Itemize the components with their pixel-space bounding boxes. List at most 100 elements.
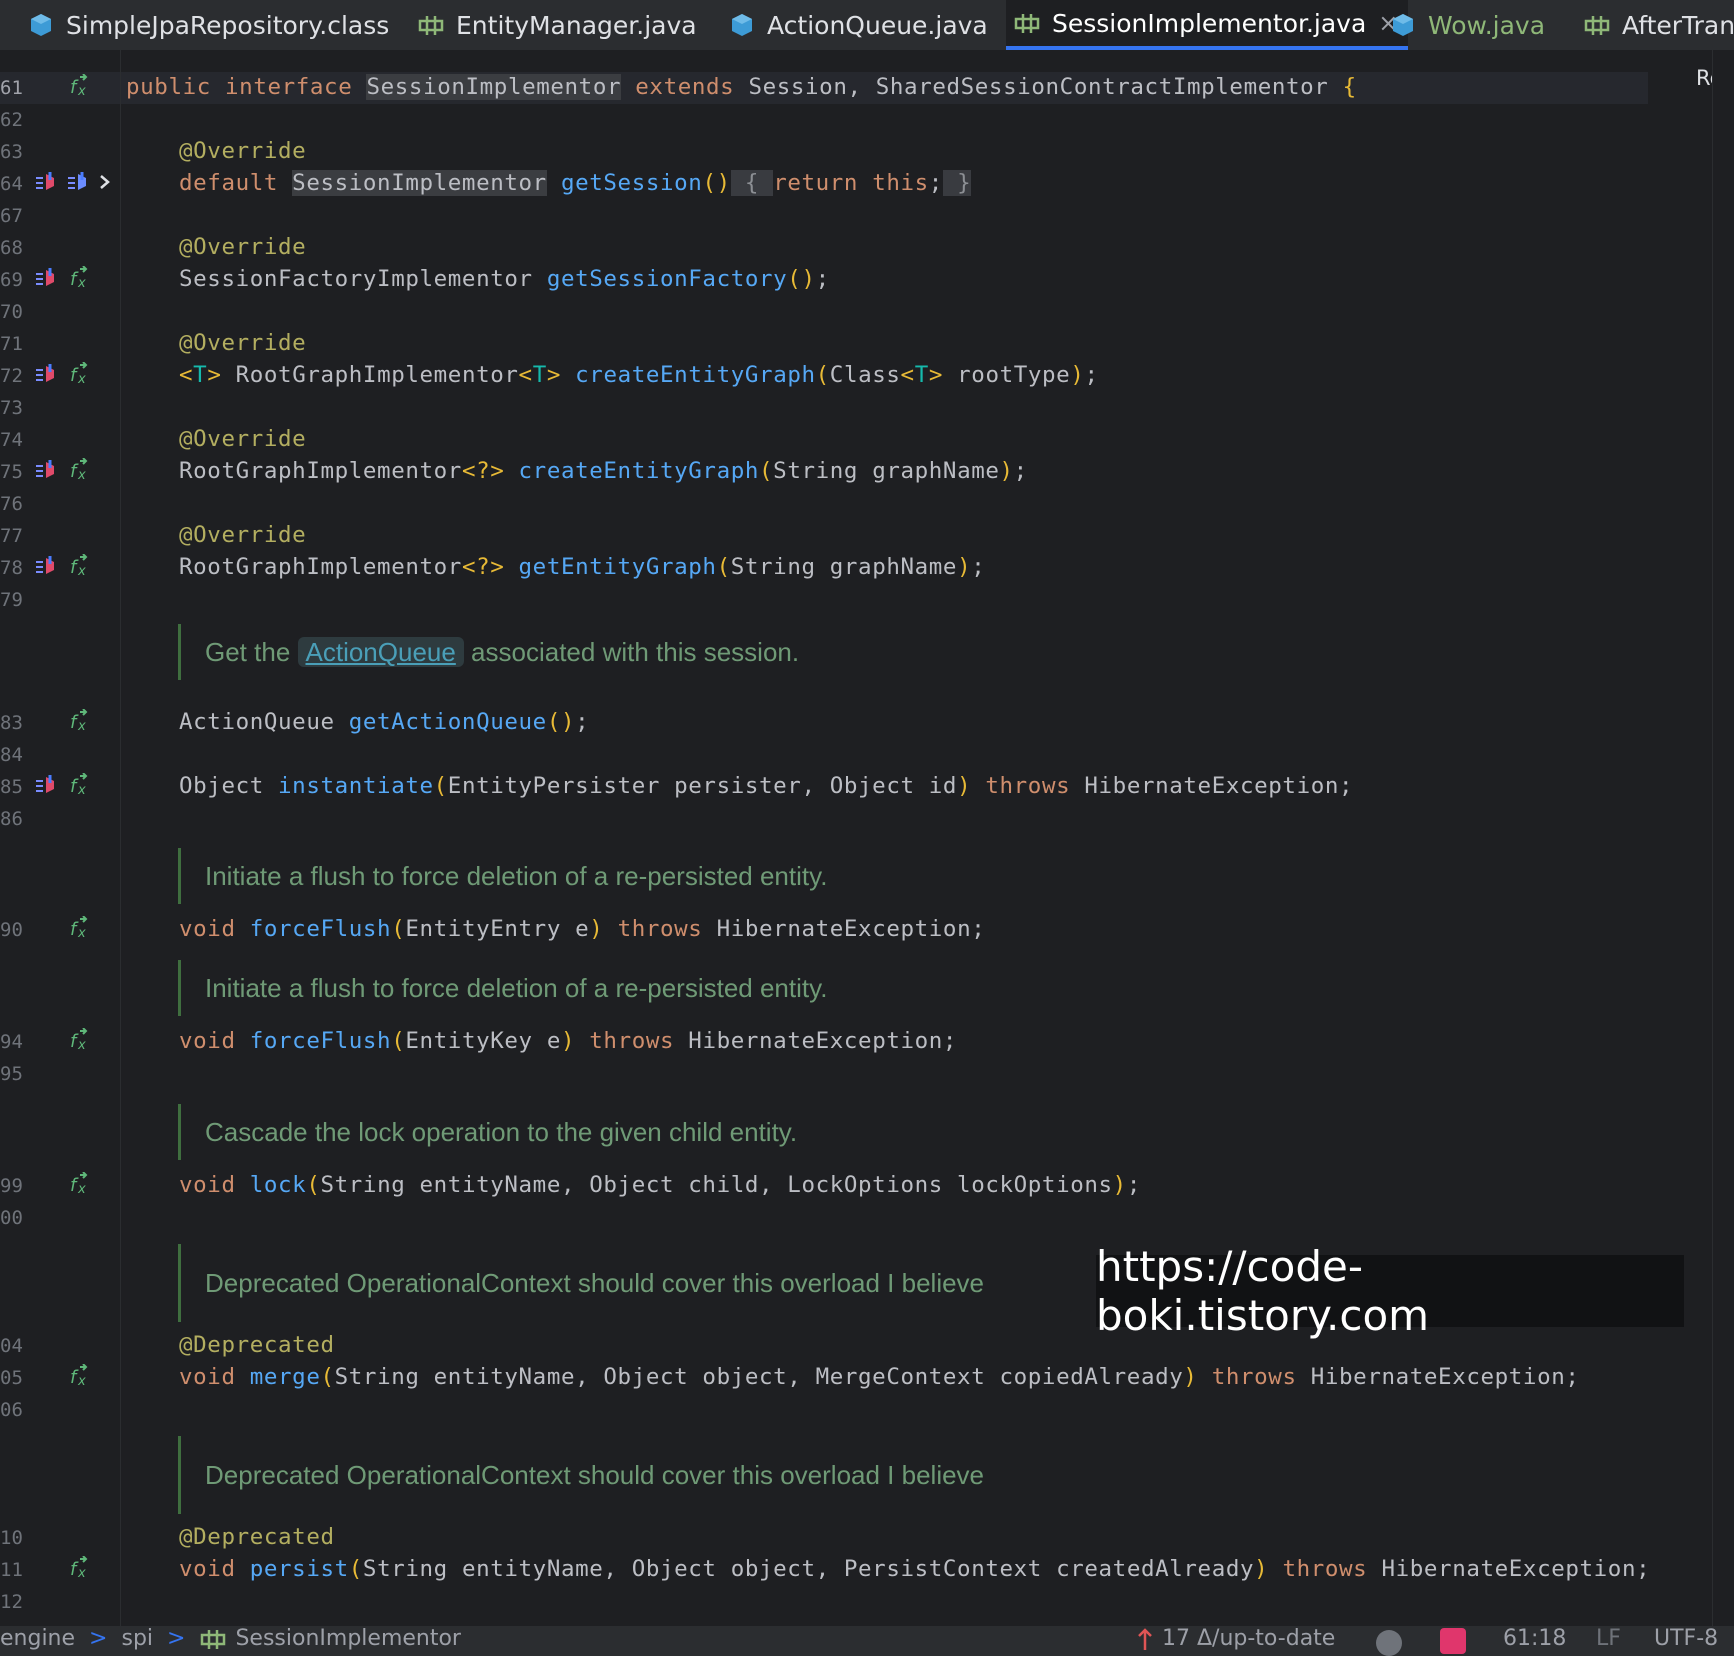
code-line-105[interactable]: void merge(String entityName, Object obj… xyxy=(179,1364,1580,1390)
implemented-icon[interactable]: fx xyxy=(68,554,92,578)
implemented-icon[interactable]: fx xyxy=(68,1172,92,1196)
implemented-icon[interactable]: fx xyxy=(68,362,92,386)
exception-type: HibernateException; xyxy=(716,916,986,942)
annotation-override: @Override xyxy=(179,330,307,356)
javadoc-block[interactable]: Deprecated OperationalContext should cov… xyxy=(178,1244,984,1322)
code-line-64[interactable]: default SessionImplementor getSession() … xyxy=(179,170,972,196)
implemented-icon[interactable]: fx xyxy=(68,1364,92,1388)
overrides-method-icon[interactable] xyxy=(34,773,58,797)
parens: () xyxy=(546,709,576,735)
paren: ) xyxy=(957,554,972,580)
method-name: instantiate xyxy=(278,773,434,799)
keyword: default xyxy=(179,170,293,196)
tab-actionqueue[interactable]: ActionQueue.java xyxy=(729,0,988,50)
params: String graphName xyxy=(773,458,1000,484)
implemented-icon[interactable]: fx xyxy=(68,709,92,733)
overrides-method-icon[interactable] xyxy=(34,458,58,482)
breadcrumb-item-spi[interactable]: spi xyxy=(121,1626,153,1651)
breadcrumb-item-sessionimplementor[interactable]: SessionImplementor xyxy=(235,1626,461,1651)
chevron-right-icon: > xyxy=(89,1626,108,1651)
class-icon xyxy=(1393,14,1413,36)
tab-simplejparepository[interactable]: SimpleJpaRepository.class xyxy=(28,0,389,50)
code-line-61[interactable]: public interface SessionImplementor exte… xyxy=(126,74,1357,100)
tab-sessionimplementor[interactable]: SessionImplementor.java × xyxy=(1006,0,1409,50)
code-line-75[interactable]: RootGraphImplementor<?> createEntityGrap… xyxy=(179,458,1028,484)
javadoc-block[interactable]: Deprecated OperationalContext should cov… xyxy=(178,1436,984,1514)
return-type: RootGraphImplementor xyxy=(179,554,462,580)
param-name: rootType xyxy=(943,362,1071,388)
code-line-90[interactable]: void forceFlush(EntityEntry e) throws Hi… xyxy=(179,916,985,942)
code-line-69[interactable]: SessionFactoryImplementor getSessionFact… xyxy=(179,266,830,292)
method-name: forceFlush xyxy=(249,1028,392,1054)
code-line-72[interactable]: <T> RootGraphImplementor<T> createEntity… xyxy=(179,362,1099,388)
vcs-status[interactable]: 17 Δ/up-to-date xyxy=(1134,1626,1335,1656)
tab-wow[interactable]: Wow.java xyxy=(1390,0,1545,50)
overrides-method-icon[interactable] xyxy=(34,170,58,194)
javadoc-block[interactable]: Cascade the lock operation to the given … xyxy=(178,1104,797,1160)
line-number: 67 xyxy=(0,205,23,227)
tab-entitymanager[interactable]: EntityManager.java xyxy=(418,0,697,50)
implemented-icon[interactable]: fx xyxy=(68,773,92,797)
implemented-icon[interactable]: fx xyxy=(68,916,92,940)
file-encoding[interactable]: UTF-8 xyxy=(1654,1626,1718,1656)
implemented-icon[interactable]: fx xyxy=(68,74,92,98)
code-line-83[interactable]: ActionQueue getActionQueue(); xyxy=(179,709,589,735)
wildcard: <?> xyxy=(461,458,519,484)
type-param: T xyxy=(914,362,929,388)
param-type: Class xyxy=(829,362,901,388)
javadoc-block[interactable]: Initiate a flush to force deletion of a … xyxy=(178,960,827,1016)
code-line-78[interactable]: RootGraphImplementor<?> getEntityGraph(S… xyxy=(179,554,985,580)
line-separator[interactable]: LF xyxy=(1596,1626,1621,1656)
chevron-right-icon[interactable] xyxy=(96,172,114,192)
tab-aftertrans[interactable]: AfterTrans xyxy=(1584,0,1734,50)
code-line-94[interactable]: void forceFlush(EntityKey e) throws Hibe… xyxy=(179,1028,957,1054)
semicolon: ; xyxy=(1084,362,1099,388)
doc-link-actionqueue[interactable]: ActionQueue xyxy=(297,637,464,667)
fold-close[interactable]: } xyxy=(942,170,972,196)
implemented-method-icon[interactable] xyxy=(66,170,90,194)
plugin-icon[interactable] xyxy=(1440,1628,1466,1656)
method-name: forceFlush xyxy=(249,916,392,942)
implemented-icon[interactable]: fx xyxy=(68,266,92,290)
javadoc-block[interactable]: Get the ActionQueue associated with this… xyxy=(178,624,799,680)
implemented-icon[interactable]: fx xyxy=(68,1028,92,1052)
keyword: public interface xyxy=(126,74,367,100)
overrides-method-icon[interactable] xyxy=(34,554,58,578)
code-line-85[interactable]: Object instantiate(EntityPersister persi… xyxy=(179,773,1353,799)
annotation-override: @Override xyxy=(179,234,307,260)
vertical-scrollbar[interactable] xyxy=(1712,50,1734,1626)
implemented-icon[interactable]: fx xyxy=(68,458,92,482)
svg-text:x: x xyxy=(77,719,86,733)
line-number: 83 xyxy=(0,712,23,734)
line-number: 75 xyxy=(0,461,23,483)
semicolon: ; xyxy=(1013,458,1028,484)
vcs-arrow-icon xyxy=(1138,1628,1152,1650)
editor-tab-bar: SimpleJpaRepository.class EntityManager.… xyxy=(0,0,1734,51)
parens: () xyxy=(702,170,731,196)
svg-text:x: x xyxy=(77,1038,86,1052)
line-number: 90 xyxy=(0,919,23,941)
exception-type: HibernateException; xyxy=(1310,1364,1580,1390)
type-param: T xyxy=(532,362,547,388)
javadoc-block[interactable]: Initiate a flush to force deletion of a … xyxy=(178,848,827,904)
line-number: 94 xyxy=(0,1031,23,1053)
implemented-icon[interactable]: fx xyxy=(68,1556,92,1580)
overrides-method-icon[interactable] xyxy=(34,266,58,290)
keyword: return this xyxy=(773,170,929,196)
method-name: getEntityGraph xyxy=(518,554,717,580)
fold-open[interactable]: { xyxy=(730,170,774,196)
keyword: void xyxy=(179,1028,250,1054)
cursor-position[interactable]: 61:18 xyxy=(1503,1626,1566,1656)
semicolon: ; xyxy=(815,266,830,292)
overrides-method-icon[interactable] xyxy=(34,362,58,386)
line-number: 11 xyxy=(0,1559,23,1581)
tab-label: SimpleJpaRepository.class xyxy=(66,10,390,40)
code-line-99[interactable]: void lock(String entityName, Object chil… xyxy=(179,1172,1141,1198)
code-line-111[interactable]: void persist(String entityName, Object o… xyxy=(179,1556,1650,1582)
method-name: merge xyxy=(249,1364,321,1390)
method-name: persist xyxy=(249,1556,349,1582)
tab-label: Wow.java xyxy=(1428,10,1546,40)
paren: ) xyxy=(1183,1364,1198,1390)
inspection-indicator[interactable] xyxy=(1376,1630,1402,1656)
breadcrumb-item-engine[interactable]: engine xyxy=(0,1626,75,1651)
